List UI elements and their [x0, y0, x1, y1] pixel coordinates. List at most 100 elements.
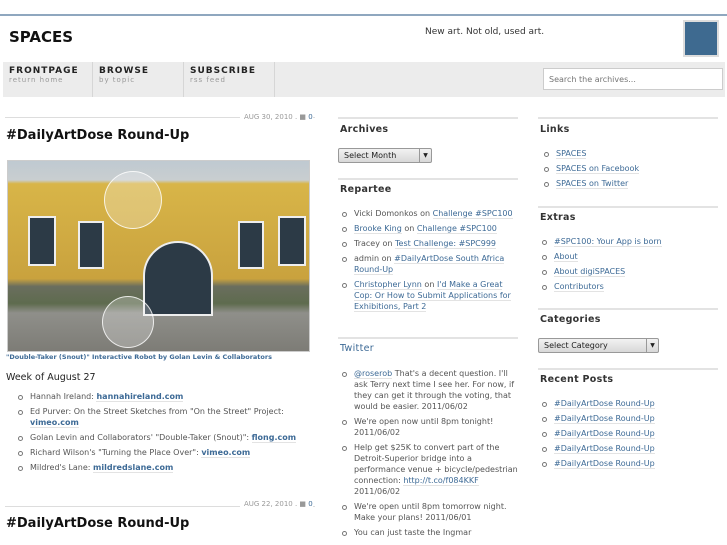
on-text: on [379, 239, 396, 248]
link-facebook[interactable]: SPACES on Facebook [556, 164, 640, 174]
tweet-link[interactable]: http://t.co/f084KKF [403, 476, 479, 486]
comment-icon: ■ [299, 113, 307, 121]
list-item: Christopher Lynn on I'd Make a Great Cop… [338, 279, 518, 312]
list-item: #DailyArtDose Round-Up [538, 428, 718, 439]
twitter-title[interactable]: Twitter [340, 343, 374, 354]
list-item: #DailyArtDose Round-Up [538, 443, 718, 454]
nav-label: BROWSE [99, 66, 149, 76]
comment-post-link[interactable]: Challenge #SPC100 [416, 224, 497, 234]
recent-posts-title: Recent Posts [540, 374, 614, 385]
comment-author-link[interactable]: Christopher Lynn [354, 280, 422, 290]
list-item: #DailyArtDose Round-Up [538, 458, 718, 469]
image-highlight [102, 296, 154, 348]
post-title[interactable]: #DailyArtDose Round-Up [6, 516, 189, 531]
comment-count[interactable]: 0 [308, 500, 312, 508]
recent-post-link[interactable]: #DailyArtDose Round-Up [554, 414, 655, 424]
list-item: Vicki Domonkos on Challenge #SPC100 [338, 208, 518, 219]
nav-browse[interactable]: BROWSE by topic [93, 62, 184, 97]
comment-author-link[interactable]: Brooke King [354, 224, 402, 234]
comment-count[interactable]: 0 [308, 113, 312, 121]
post-meta: AUG 22, 2010 . ■ 0 [240, 500, 313, 508]
post-image[interactable] [7, 160, 310, 352]
nav-subscribe[interactable]: SUBSCRIBE rss feed [184, 62, 275, 97]
extras-link[interactable]: About digiSPACES [554, 267, 626, 277]
archives-select[interactable]: Select Month ▼ [338, 148, 432, 163]
item-link[interactable]: hannahireland.com [96, 392, 184, 402]
list-item: #SPC100: Your App is born [538, 236, 718, 247]
post-link-list: Hannah Ireland: hannahireland.com Ed Pur… [14, 391, 314, 477]
header-badge [683, 20, 719, 57]
site-tagline: New art. Not old, used art. [425, 27, 545, 37]
item-link[interactable]: flong.com [251, 433, 297, 443]
search-input[interactable] [543, 68, 723, 90]
list-item: Mildred's Lane: mildredslane.com [14, 462, 314, 473]
link-twitter[interactable]: SPACES on Twitter [556, 179, 629, 189]
repartee-list: Vicki Domonkos on Challenge #SPC100 Brook… [338, 208, 518, 316]
list-item: Brooke King on Challenge #SPC100 [338, 223, 518, 234]
post-title[interactable]: #DailyArtDose Round-Up [6, 128, 189, 143]
widget-divider [538, 368, 718, 370]
extras-link[interactable]: Contributors [554, 282, 604, 292]
top-border [0, 14, 727, 16]
comment-post-link[interactable]: Challenge #SPC100 [432, 209, 513, 219]
list-item: Ed Purver: On the Street Sketches from "… [14, 406, 314, 428]
item-link[interactable]: vimeo.com [30, 418, 79, 428]
extras-list: #SPC100: Your App is born About About di… [538, 236, 718, 296]
tweet-text: We're open until 8pm tomorrow night. Mak… [354, 502, 507, 522]
recent-post-link[interactable]: #DailyArtDose Round-Up [554, 444, 655, 454]
site-title[interactable]: SPACES [9, 28, 73, 46]
list-item: Hannah Ireland: hannahireland.com [14, 391, 314, 402]
extras-link[interactable]: About [554, 252, 578, 262]
extras-link[interactable]: #SPC100: Your App is born [554, 237, 662, 247]
list-item: SPACES on Facebook [540, 163, 720, 174]
recent-post-link[interactable]: #DailyArtDose Round-Up [554, 399, 655, 409]
image-highlight [104, 171, 162, 229]
tweet-link[interactable]: @roserob [354, 369, 393, 379]
list-item: #DailyArtDose Round-Up [538, 398, 718, 409]
categories-select[interactable]: Select Category ▼ [538, 338, 659, 353]
image-window [78, 221, 104, 269]
list-item: SPACES [540, 148, 720, 159]
post-date: AUG 30, 2010 [244, 113, 293, 121]
tweet-text: You can just taste the Ingmar [354, 528, 472, 537]
comment-post-link[interactable]: Test Challenge: #SPC999 [395, 239, 497, 249]
list-item: admin on #DailyArtDose South Africa Roun… [338, 253, 518, 275]
item-link[interactable]: mildredslane.com [93, 463, 174, 473]
widget-divider [538, 308, 718, 310]
widget-divider [538, 206, 718, 208]
twitter-list: @roserob That's a decent question. I'll … [338, 368, 518, 542]
comment-author: Tracey [354, 239, 380, 248]
tweet: Help get $25K to convert part of the Det… [338, 442, 518, 497]
nav-sub: rss feed [190, 76, 226, 84]
item-text: Hannah Ireland: [30, 392, 97, 401]
tweet: You can just taste the Ingmar [338, 527, 518, 538]
tweet-text: We're open now until 8pm tonight! 2011/0… [354, 417, 494, 437]
list-item: SPACES on Twitter [540, 178, 720, 189]
list-item: About [538, 251, 718, 262]
nav-label: SUBSCRIBE [190, 66, 257, 76]
post-date: AUG 22, 2010 [244, 500, 293, 508]
tweet: We're open now until 8pm tonight! 2011/0… [338, 416, 518, 438]
on-text: on [421, 280, 437, 289]
tweet: @roserob That's a decent question. I'll … [338, 368, 518, 412]
comment-author: Vicki Domonkos [354, 209, 418, 218]
recent-post-link[interactable]: #DailyArtDose Round-Up [554, 459, 655, 469]
on-text: on [379, 254, 395, 263]
image-caption[interactable]: "Double-Taker (Snout)" Interactive Robot… [6, 353, 272, 361]
tweet: We're open until 8pm tomorrow night. Mak… [338, 501, 518, 523]
post-subheading: Week of August 27 [6, 372, 96, 383]
nav-frontpage[interactable]: FRONTPAGE return home [3, 62, 93, 97]
list-item: #DailyArtDose Round-Up [538, 413, 718, 424]
item-text: Mildred's Lane: [30, 463, 94, 472]
on-text: on [417, 209, 433, 218]
list-item: About digiSPACES [538, 266, 718, 277]
comment-icon: ■ [299, 500, 307, 508]
link-spaces[interactable]: SPACES [556, 149, 587, 159]
list-item: Tracey on Test Challenge: #SPC999 [338, 238, 518, 249]
item-link[interactable]: vimeo.com [201, 448, 251, 458]
widget-divider [338, 117, 518, 119]
links-title: Links [540, 124, 570, 135]
recent-post-link[interactable]: #DailyArtDose Round-Up [554, 429, 655, 439]
archives-title: Archives [340, 124, 389, 135]
item-text: Ed Purver: On the Street Sketches from "… [30, 407, 284, 416]
